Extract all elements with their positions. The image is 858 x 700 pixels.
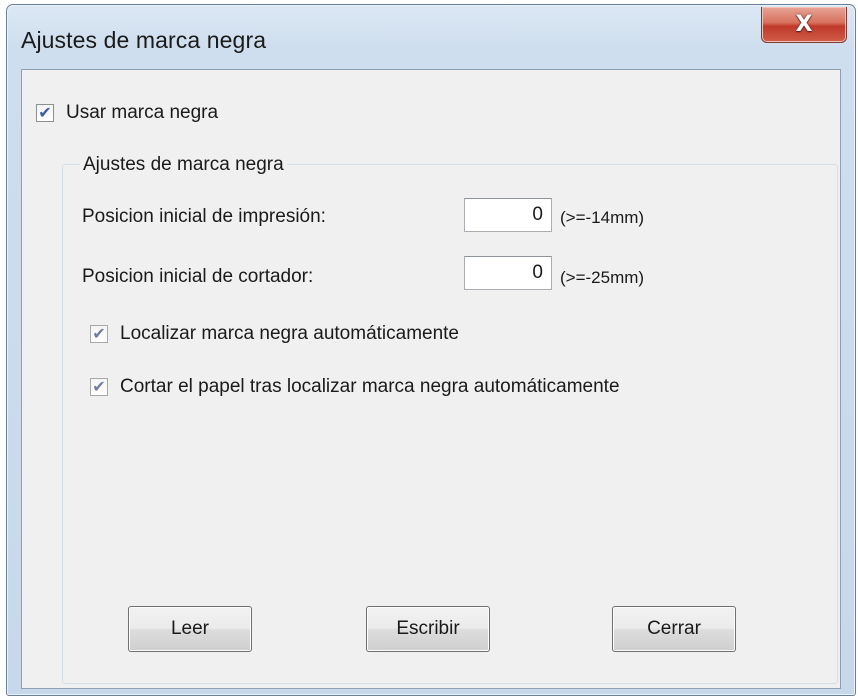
close-button[interactable]: Cerrar xyxy=(612,606,736,652)
auto-locate-checkbox[interactable]: ✔ xyxy=(90,325,108,343)
write-button[interactable]: Escribir xyxy=(366,606,490,652)
close-window-button[interactable]: X xyxy=(761,7,847,43)
use-black-mark-label[interactable]: Usar marca negra xyxy=(66,102,218,124)
window-title: Ajustes de marca negra xyxy=(21,27,267,53)
cut-after-locate-label[interactable]: Cortar el papel tras localizar marca neg… xyxy=(120,376,620,398)
cut-after-locate-checkbox[interactable]: ✔ xyxy=(90,378,108,396)
checkmark-icon: ✔ xyxy=(92,377,106,396)
dialog-client-area: ✔ Usar marca negra Ajustes de marca negr… xyxy=(21,69,841,689)
dialog-window: Ajustes de marca negra X ✔ Usar marca ne… xyxy=(6,4,856,696)
cutter-start-hint: (>=-25mm) xyxy=(560,268,645,287)
print-start-hint: (>=-14mm) xyxy=(560,208,645,227)
use-black-mark-checkbox[interactable]: ✔ xyxy=(36,104,54,122)
cutter-start-input[interactable] xyxy=(464,256,552,290)
cutter-start-label: Posicion inicial de cortador: xyxy=(82,266,314,287)
checkmark-icon: ✔ xyxy=(38,103,52,122)
close-icon: X xyxy=(795,11,813,37)
title-bar[interactable]: Ajustes de marca negra X xyxy=(7,5,855,69)
read-button[interactable]: Leer xyxy=(128,606,252,652)
auto-locate-label[interactable]: Localizar marca negra automáticamente xyxy=(120,323,459,345)
print-start-input[interactable] xyxy=(464,198,552,232)
group-legend: Ajustes de marca negra xyxy=(80,154,287,176)
checkmark-icon: ✔ xyxy=(92,324,106,343)
print-start-label: Posicion inicial de impresión: xyxy=(82,206,326,227)
